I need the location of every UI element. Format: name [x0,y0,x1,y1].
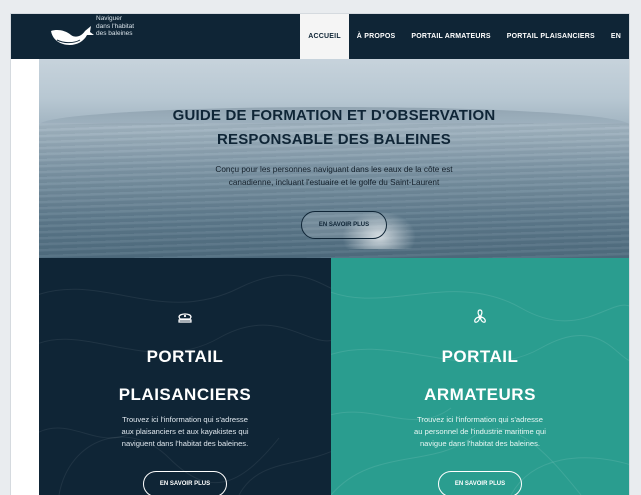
portal-plaisanciers-card: PORTAIL PLAISANCIERS Trouvez ici l'infor… [39,258,331,495]
hero-banner: GUIDE DE FORMATION ET D'OBSERVATION RESP… [39,59,629,258]
hero-subtitle-line-2: canadienne, incluant l'estuaire et le go… [228,178,440,187]
portal-plaisanciers-desc-line-1: Trouvez ici l'information qui s'adresse [122,415,248,424]
portal-armateurs-desc-line-2: au personnel de l'industrie maritime qui [414,427,546,436]
armateurs-learn-more-button[interactable]: EN SAVOIR PLUS [438,471,522,495]
hero-title: GUIDE DE FORMATION ET D'OBSERVATION RESP… [39,104,629,152]
main-menu: ACCUEIL À PROPOS PORTAIL ARMATEURS PORTA… [300,14,629,59]
portal-plaisanciers-title-line-1: PORTAIL [146,347,224,366]
top-navigation: Naviguer dans l'habitat des baleines ACC… [11,14,629,59]
portal-armateurs-title: PORTAIL ARMATEURS [331,338,629,414]
portal-plaisanciers-desc-line-3: naviguent dans l'habitat des baleines. [121,439,249,448]
portal-armateurs-desc-line-1: Trouvez ici l'information qui s'adresse [417,415,543,424]
nav-item-portail-plaisanciers[interactable]: PORTAIL PLAISANCIERS [499,14,603,59]
plaisanciers-learn-more-button[interactable]: EN SAVOIR PLUS [143,471,227,495]
nav-item-portail-armateurs[interactable]: PORTAIL ARMATEURS [403,14,498,59]
hero-title-line-1: GUIDE DE FORMATION ET D'OBSERVATION [172,107,496,124]
portal-plaisanciers-desc-line-2: aux plaisanciers et aux kayakistes qui [121,427,249,436]
hero-subtitle: Conçu pour les personnes naviguant dans … [39,163,629,189]
portal-armateurs-title-line-1: PORTAIL [441,347,519,366]
portal-plaisanciers-title-line-2: PLAISANCIERS [118,385,252,404]
portal-armateurs-title-line-2: ARMATEURS [424,385,536,404]
nav-item-a-propos[interactable]: À PROPOS [349,14,404,59]
whale-logo-icon[interactable] [47,23,95,49]
language-switch-en[interactable]: EN [603,14,629,59]
browser-page: Naviguer dans l'habitat des baleines ACC… [11,14,629,495]
captain-hat-icon [178,313,192,323]
portal-plaisanciers-title: PORTAIL PLAISANCIERS [39,338,331,414]
hero-learn-more-button[interactable]: EN SAVOIR PLUS [301,211,387,239]
brand-name[interactable]: Naviguer dans l'habitat des baleines [96,15,176,38]
portal-armateurs-desc-line-3: navigue dans l'habitat des baleines. [419,439,541,448]
brand-line-2: dans l'habitat [96,22,135,30]
propeller-icon [474,309,486,323]
nav-item-accueil[interactable]: ACCUEIL [300,14,349,59]
brand-line-3: des baleines [96,30,133,37]
portal-armateurs-description: Trouvez ici l'information qui s'adresse … [331,414,629,450]
hero-subtitle-line-1: Conçu pour les personnes naviguant dans … [215,165,453,174]
portal-plaisanciers-description: Trouvez ici l'information qui s'adresse … [39,414,331,450]
portal-armateurs-card: PORTAIL ARMATEURS Trouvez ici l'informat… [331,258,629,495]
brand-line-1: Naviguer [96,15,123,22]
hero-title-line-2: RESPONSABLE DES BALEINES [216,131,451,148]
